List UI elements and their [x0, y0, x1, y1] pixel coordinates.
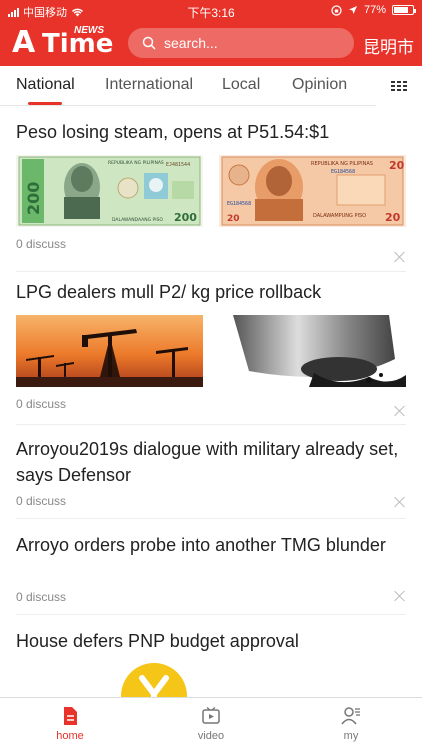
- dismiss-icon[interactable]: [394, 496, 406, 508]
- svg-text:20: 20: [385, 211, 401, 224]
- article-thumbnails: 200 REPUBLIKA NG PILIPINAS EJ481544 DALA…: [16, 155, 406, 227]
- search-icon: [142, 36, 156, 50]
- article-headline[interactable]: Arroyo orders probe into another TMG blu…: [16, 532, 406, 558]
- search-placeholder: search...: [164, 35, 218, 51]
- location-arrow-icon: [348, 6, 357, 14]
- spilled-oil-barrel-image: [219, 315, 406, 387]
- article-headline[interactable]: Arroyou2019s dialogue with military alre…: [16, 436, 406, 488]
- svg-text:REPUBLIKA NG PILIPINAS: REPUBLIKA NG PILIPINAS: [108, 160, 164, 166]
- svg-text:DALAWANDAANG PISO: DALAWANDAANG PISO: [112, 217, 163, 223]
- article-item[interactable]: Peso losing steam, opens at P51.54:$1 20…: [16, 119, 406, 272]
- article-headline[interactable]: House defers PNP budget approval: [16, 628, 406, 654]
- tab-local[interactable]: Local: [222, 76, 260, 94]
- svg-text:200: 200: [174, 211, 197, 224]
- tab-opinion[interactable]: Opinion: [292, 76, 347, 94]
- svg-text:EG184568: EG184568: [227, 201, 251, 207]
- news-feed: Peso losing steam, opens at P51.54:$1 20…: [0, 107, 422, 697]
- article-image[interactable]: 200 REPUBLIKA NG PILIPINAS EJ481544 DALA…: [16, 155, 203, 227]
- article-image[interactable]: [219, 315, 406, 387]
- nav-home-label: home: [56, 730, 84, 742]
- logo-letter: A: [12, 25, 36, 60]
- dismiss-icon[interactable]: [394, 251, 406, 263]
- home-doc-icon: [64, 707, 77, 725]
- tab-menu-icon: [391, 81, 407, 91]
- svg-text:20: 20: [389, 159, 405, 172]
- tab-national[interactable]: National: [16, 76, 75, 94]
- app-header: 中国移动 下午3:16 77% A Time NEWS search... 昆明…: [0, 0, 422, 66]
- city-selector[interactable]: 昆明市: [363, 33, 414, 58]
- app-logo: A Time NEWS: [12, 25, 113, 60]
- oil-pumpjacks-image: [16, 315, 203, 387]
- battery-percent: 77%: [363, 4, 386, 16]
- battery-icon: [392, 5, 416, 15]
- svg-text:EG184568: EG184568: [331, 169, 355, 175]
- article-item[interactable]: Arroyou2019s dialogue with military alre…: [16, 436, 406, 519]
- active-tab-indicator: [28, 102, 62, 105]
- comment-count: 0 discuss: [16, 494, 67, 508]
- yen-coin-icon: [121, 663, 187, 697]
- article-item[interactable]: House defers PNP budget approval: [16, 628, 406, 697]
- article-image[interactable]: [120, 662, 188, 697]
- video-play-icon: [202, 707, 220, 724]
- comment-count: 0 discuss: [16, 397, 67, 411]
- user-icon: [341, 707, 360, 725]
- article-image[interactable]: REPUBLIKA NG PILIPINAS 20 EG184568 EG184…: [219, 155, 406, 227]
- comment-count: 0 discuss: [16, 590, 67, 604]
- svg-text:REPUBLIKA NG PILIPINAS: REPUBLIKA NG PILIPINAS: [311, 161, 373, 167]
- nav-my-label: my: [343, 730, 359, 742]
- category-tabs: National International Local Opinion E: [0, 66, 422, 106]
- svg-text:20: 20: [227, 214, 240, 224]
- orientation-lock-icon: [331, 4, 342, 16]
- article-item[interactable]: Arroyo orders probe into another TMG blu…: [16, 532, 406, 615]
- svg-text:EJ481544: EJ481544: [166, 162, 190, 168]
- nav-my[interactable]: my: [311, 706, 391, 742]
- search-bar[interactable]: search...: [128, 28, 354, 58]
- article-headline[interactable]: Peso losing steam, opens at P51.54:$1: [16, 119, 406, 145]
- article-headline[interactable]: LPG dealers mull P2/ kg price rollback: [16, 279, 406, 305]
- svg-text:DALAWAMPUNG PISO: DALAWAMPUNG PISO: [313, 213, 366, 219]
- nav-video[interactable]: video: [171, 706, 251, 742]
- 200-peso-banknote-image: 200 REPUBLIKA NG PILIPINAS EJ481544 DALA…: [16, 155, 203, 227]
- article-thumbnails: [16, 315, 406, 387]
- article-item[interactable]: LPG dealers mull P2/ kg price rollback 0…: [16, 279, 406, 425]
- 20-peso-banknote-image: REPUBLIKA NG PILIPINAS 20 EG184568 EG184…: [219, 155, 406, 227]
- logo-badge: NEWS: [74, 25, 104, 36]
- nav-home[interactable]: home: [30, 706, 110, 742]
- nav-video-label: video: [197, 730, 225, 742]
- dismiss-icon[interactable]: [394, 405, 406, 417]
- more-tabs-button[interactable]: [376, 66, 422, 106]
- comment-count: 0 discuss: [16, 237, 67, 251]
- tab-international[interactable]: International: [105, 76, 193, 94]
- bottom-nav: home video my: [0, 697, 422, 750]
- dismiss-icon[interactable]: [394, 590, 406, 602]
- status-bar: 中国移动 下午3:16 77%: [0, 0, 422, 22]
- article-image[interactable]: [16, 315, 203, 387]
- svg-text:200: 200: [24, 182, 43, 215]
